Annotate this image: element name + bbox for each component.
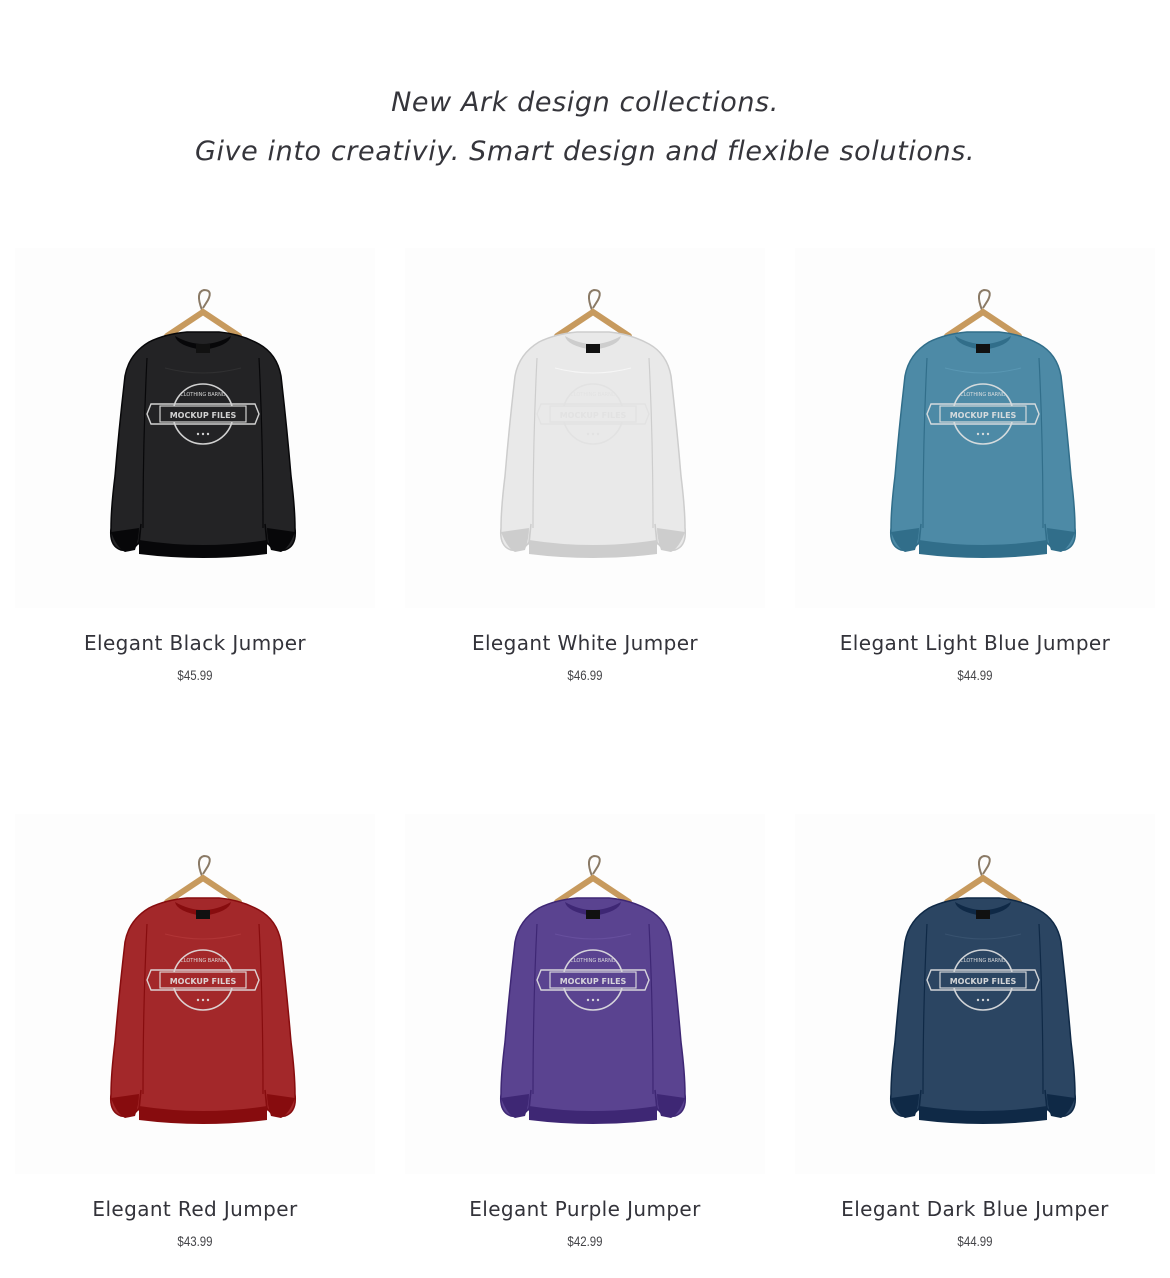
svg-text:MOCKUP FILES: MOCKUP FILES bbox=[170, 411, 237, 420]
hanger-icon bbox=[978, 854, 991, 877]
svg-text:MOCKUP FILES: MOCKUP FILES bbox=[560, 977, 627, 986]
product-card[interactable]: MOCKUP FILES CLOTHING BARND Elegant Dark… bbox=[795, 814, 1155, 1250]
product-image[interactable]: MOCKUP FILES CLOTHING BARND bbox=[405, 814, 765, 1174]
product-name[interactable]: Elegant Purple Jumper bbox=[405, 1196, 765, 1222]
svg-text:CLOTHING BARND: CLOTHING BARND bbox=[960, 392, 1006, 398]
product-price: $44.99 bbox=[957, 667, 993, 683]
product-price: $42.99 bbox=[567, 1233, 603, 1249]
sweater-image: MOCKUP FILES CLOTHING BARND bbox=[499, 288, 687, 558]
product-name[interactable]: Elegant Dark Blue Jumper bbox=[795, 1196, 1155, 1222]
product-price: $45.99 bbox=[177, 667, 213, 683]
sweater-image: MOCKUP FILES CLOTHING BARND bbox=[109, 854, 297, 1124]
product-card[interactable]: MOCKUP FILES CLOTHING BARND Elegant Purp… bbox=[405, 814, 765, 1250]
product-image[interactable]: MOCKUP FILES CLOTHING BARND bbox=[405, 248, 765, 608]
product-name[interactable]: Elegant Black Jumper bbox=[15, 630, 375, 656]
product-price: $46.99 bbox=[567, 667, 603, 683]
hanger-icon bbox=[198, 288, 211, 311]
product-image[interactable]: MOCKUP FILES CLOTHING BARND bbox=[15, 248, 375, 608]
svg-text:MOCKUP FILES: MOCKUP FILES bbox=[560, 411, 627, 420]
svg-text:CLOTHING BARND: CLOTHING BARND bbox=[570, 392, 616, 398]
product-name[interactable]: Elegant Light Blue Jumper bbox=[795, 630, 1155, 656]
product-card[interactable]: MOCKUP FILES CLOTHING BARND Elegant Whit… bbox=[405, 248, 765, 684]
product-grid: MOCKUP FILES CLOTHING BARND Elegant Blac… bbox=[15, 248, 1155, 1250]
product-card[interactable]: MOCKUP FILES CLOTHING BARND Elegant Ligh… bbox=[795, 248, 1155, 684]
sweater-image: MOCKUP FILES CLOTHING BARND bbox=[109, 288, 297, 558]
sweater-body bbox=[109, 897, 297, 1124]
sweater-body bbox=[109, 331, 297, 558]
svg-text:CLOTHING BARND: CLOTHING BARND bbox=[180, 958, 226, 964]
svg-text:CLOTHING BARND: CLOTHING BARND bbox=[180, 392, 226, 398]
svg-text:MOCKUP FILES: MOCKUP FILES bbox=[950, 411, 1017, 420]
svg-text:CLOTHING BARND: CLOTHING BARND bbox=[570, 958, 616, 964]
sweater-body bbox=[499, 331, 687, 558]
sweater-image: MOCKUP FILES CLOTHING BARND bbox=[889, 288, 1077, 558]
svg-text:CLOTHING BARND: CLOTHING BARND bbox=[960, 958, 1006, 964]
sweater-body bbox=[889, 897, 1077, 1124]
hero-tagline: New Ark design collections. bbox=[391, 87, 779, 118]
product-price: $44.99 bbox=[957, 1233, 993, 1249]
sweater-body bbox=[889, 331, 1077, 558]
hanger-icon bbox=[588, 854, 601, 877]
hanger-icon bbox=[978, 288, 991, 311]
product-name[interactable]: Elegant Red Jumper bbox=[15, 1196, 375, 1222]
product-card[interactable]: MOCKUP FILES CLOTHING BARND Elegant Red … bbox=[15, 814, 375, 1250]
product-card[interactable]: MOCKUP FILES CLOTHING BARND Elegant Blac… bbox=[15, 248, 375, 684]
sweater-image: MOCKUP FILES CLOTHING BARND bbox=[499, 854, 687, 1124]
hero-heading: New Ark design collections. Give into cr… bbox=[0, 78, 1170, 176]
product-image[interactable]: MOCKUP FILES CLOTHING BARND bbox=[795, 248, 1155, 608]
hanger-icon bbox=[198, 854, 211, 877]
svg-text:MOCKUP FILES: MOCKUP FILES bbox=[170, 977, 237, 986]
product-name[interactable]: Elegant White Jumper bbox=[405, 630, 765, 656]
sweater-image: MOCKUP FILES CLOTHING BARND bbox=[889, 854, 1077, 1124]
hero-subtagline: Give into creativiy. Smart design and fl… bbox=[194, 136, 976, 167]
product-image[interactable]: MOCKUP FILES CLOTHING BARND bbox=[15, 814, 375, 1174]
product-image[interactable]: MOCKUP FILES CLOTHING BARND bbox=[795, 814, 1155, 1174]
hanger-icon bbox=[588, 288, 601, 311]
product-price: $43.99 bbox=[177, 1233, 213, 1249]
sweater-body bbox=[499, 897, 687, 1124]
svg-text:MOCKUP FILES: MOCKUP FILES bbox=[950, 977, 1017, 986]
